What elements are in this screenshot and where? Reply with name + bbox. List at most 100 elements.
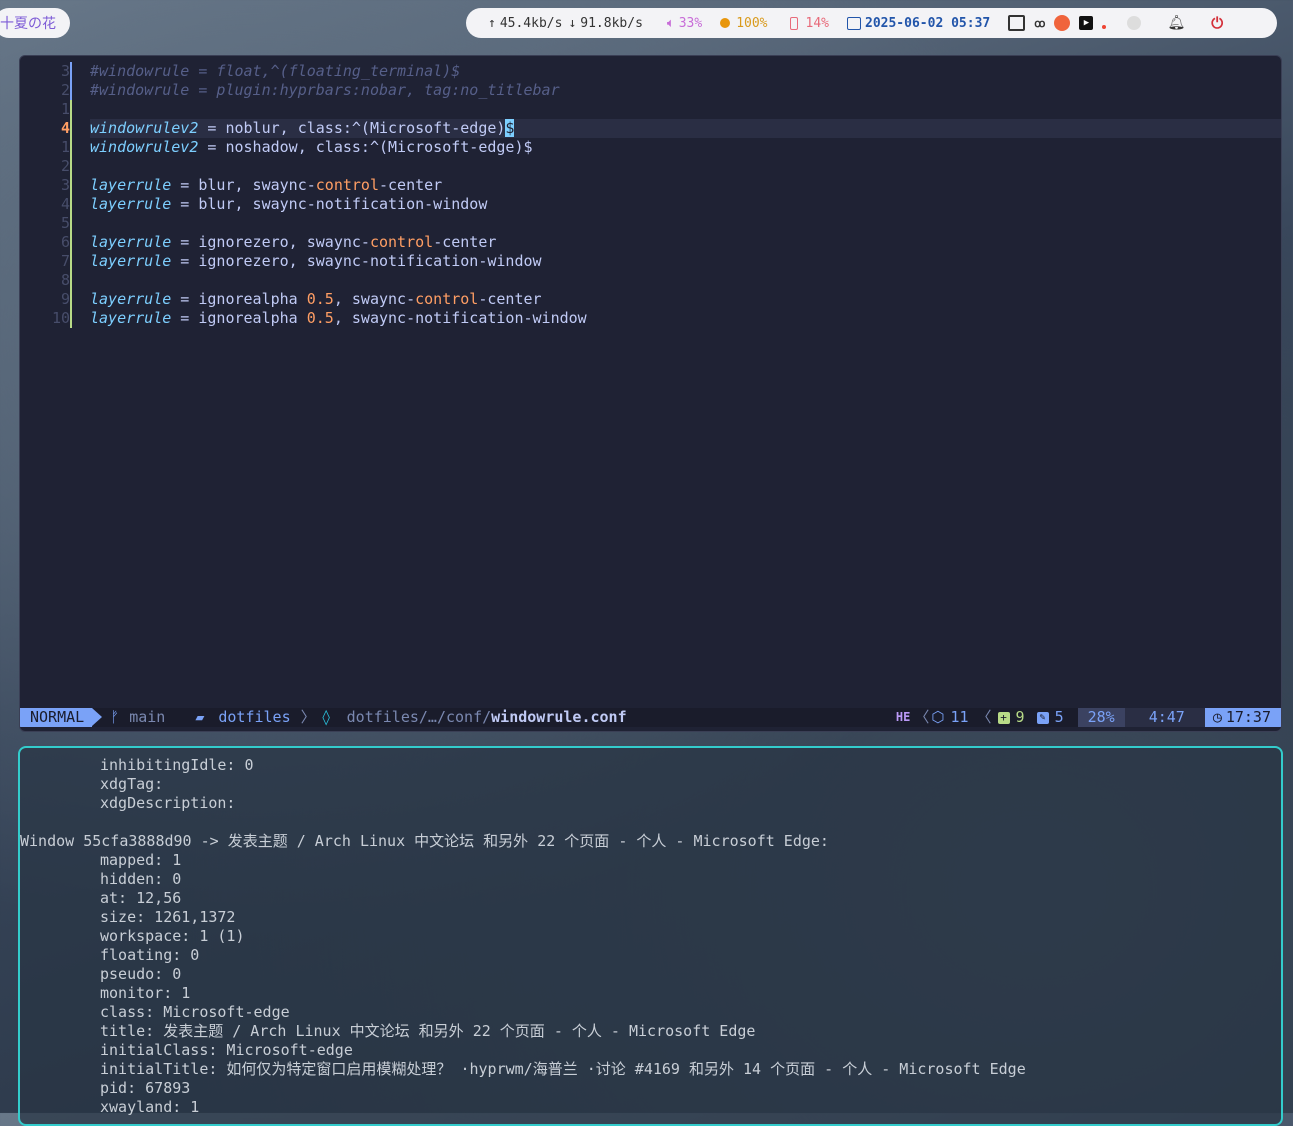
diff-added-icon: + (997, 711, 1010, 724)
datetime-value: 2025-06-02 05:37 (865, 15, 991, 31)
code-line[interactable]: #windowrule = plugin:hyprbars:nobar, tag… (90, 81, 1281, 100)
battery-value: 14% (805, 15, 829, 31)
code-line[interactable]: layerrule = blur, swaync-notification-wi… (90, 195, 1281, 214)
keyword: layerrule (90, 252, 172, 270)
statusline-right: HE 〈 ⬡ 11 〈 + 9 ✎ 5 28% 4:47 ◷ 17:37 (896, 708, 1281, 727)
code-line[interactable]: windowrulev2 = noshadow, class:^(Microso… (90, 138, 1281, 157)
code-text: = noblur, class:^(Microsoft-edge) (198, 119, 506, 137)
comment-text: #windowrule = float,^(floating_terminal)… (90, 62, 461, 80)
line-number: 4 (60, 195, 70, 213)
terminal-line: xdgTag: (100, 775, 164, 793)
terminal-line: pid: 67893 (100, 1079, 191, 1097)
link-icon[interactable]: ꝏ (1034, 17, 1045, 30)
status-bar: ↑ 45.4kb/s ↓ 91.8kb/s 🔈︎ 33% 100% 14% 20… (466, 8, 1277, 38)
cat-icon[interactable] (1054, 15, 1071, 31)
code-text: -center (433, 233, 497, 251)
battery-status: 14% (789, 15, 829, 31)
scroll-percent: 28% (1077, 708, 1125, 727)
terminal-line: pseudo: 0 (100, 965, 182, 983)
terminal-line: monitor: 1 (100, 984, 191, 1002)
code-buffer[interactable]: #windowrule = float,^(floating_terminal)… (90, 62, 1281, 328)
changed-count: 5 (1054, 708, 1064, 726)
statusline-clock: ◷ 17:37 (1204, 708, 1281, 727)
battery-dot-value: 100% (736, 15, 768, 31)
tray: ꝏ ▶ (1008, 15, 1142, 31)
statusline: NORMAL ᚠ main ▰ dotfiles 〉 ◊ dotfiles/…/… (20, 708, 1281, 727)
code-line[interactable]: layerrule = ignorezero, swaync-notificat… (90, 252, 1281, 271)
folder-icon: ▰ (195, 708, 205, 726)
code-text: = ignorezero, swaync- (171, 233, 370, 251)
line-number-gutter: 3 2 1 4 1 2 3 4 5 6 7 8 9 10 (20, 62, 70, 328)
terminal-line: mapped: 1 (100, 851, 182, 869)
code-line[interactable]: layerrule = ignorealpha 0.5, swaync-noti… (90, 309, 1281, 328)
arrow-up-icon: ↑ (488, 15, 496, 31)
editor-window[interactable]: 3 2 1 4 1 2 3 4 5 6 7 8 9 10 #windowrule = float,^(fl… (19, 55, 1282, 732)
keyword: layerrule (90, 176, 172, 194)
keyword: windowrulev2 (90, 138, 199, 156)
line-number: 2 (60, 81, 70, 99)
keyword: layerrule (90, 309, 172, 327)
line-number: 1 (60, 138, 70, 156)
filename: windowrule.conf (491, 708, 627, 726)
power-icon[interactable]: ⏻ (1211, 14, 1223, 32)
drop-icon: ◊ (321, 708, 331, 726)
code-line[interactable]: windowrulev2 = noblur, class:^(Microsoft… (90, 119, 1281, 138)
line-number: 8 (60, 271, 70, 289)
red-dot-icon[interactable] (1102, 25, 1107, 29)
bell-icon[interactable]: 🔔︎ (1167, 15, 1185, 31)
code-text: = noshadow, class:^(Microsoft-edge)$ (198, 138, 533, 156)
highlight-word: control (415, 290, 479, 308)
volume-status[interactable]: 🔈︎ 33% (667, 16, 702, 31)
added-count: 9 (1015, 708, 1025, 726)
line-number: 7 (60, 252, 70, 270)
terminal-window[interactable]: inhibitingIdle: 0 xdgTag: xdgDescription: W… (18, 746, 1283, 1126)
line-number: 6 (60, 233, 70, 251)
circle-icon[interactable] (1127, 16, 1142, 30)
chevron-right-icon: 〉 (300, 708, 316, 726)
terminal-line: title: 发表主题 / Arch Linux 中文论坛 和另外 22 个页面… (100, 1022, 756, 1040)
cursor-location: 4:47 (1124, 708, 1205, 727)
path-prefix: dotfiles/…/conf/ (346, 708, 492, 726)
keyword: layerrule (90, 195, 172, 213)
code-line[interactable] (90, 214, 1281, 233)
speaker-icon: 🔈︎ (666, 15, 675, 31)
terminal-line: initialTitle: 如何仅为特定窗口启用模糊处理？ ·hyprwm/海普… (100, 1060, 1026, 1078)
terminal-line: initialClass: Microsoft-edge (100, 1041, 353, 1059)
workspace-pill[interactable]: 十夏の花 (0, 8, 70, 38)
terminal-line: xwayland: 1 (100, 1098, 200, 1116)
highlight-word: control (315, 176, 379, 194)
number-literal: 0.5 (306, 309, 334, 327)
play-icon[interactable]: ▶ (1079, 16, 1094, 30)
orange-dot-icon (720, 18, 731, 28)
code-line[interactable]: layerrule = ignorealpha 0.5, swaync-cont… (90, 290, 1281, 309)
code-text: , swaync- (333, 290, 416, 308)
comment-text: #windowrule = plugin:hyprbars:nobar, tag… (90, 81, 560, 99)
line-number: 10 (51, 309, 70, 327)
code-line[interactable] (90, 271, 1281, 290)
net-up: 45.4kb/s (499, 15, 563, 31)
clock-icon: ◷ (1212, 708, 1222, 726)
terminal-line: class: Microsoft-edge (100, 1003, 290, 1021)
terminal-line: inhibitingIdle: 0 (100, 756, 254, 774)
line-number: 2 (60, 157, 70, 175)
terminal-line: Window 55cfa3888d90 -> 发表主题 / Arch Linux… (20, 832, 829, 850)
clock-status[interactable]: 2025-06-02 05:37 (847, 16, 990, 31)
code-text: , swaync-notification-window (333, 309, 587, 327)
highlight-word: control (369, 233, 434, 251)
branch-icon: ᚠ (110, 708, 120, 726)
window-icon[interactable] (1008, 15, 1026, 31)
terminal-line: floating: 0 (100, 946, 200, 964)
cube-icon: ⬡ (931, 708, 945, 726)
line-number: 5 (60, 214, 70, 232)
code-line[interactable] (90, 157, 1281, 176)
workspace-label: 十夏の花 (0, 16, 56, 32)
battery-dot-status: 100% (720, 15, 768, 31)
network-status: ↑ 45.4kb/s ↓ 91.8kb/s (488, 16, 643, 31)
code-line[interactable]: layerrule = blur, swaync-control-center (90, 176, 1281, 195)
arrow-down-icon: ↓ (568, 15, 577, 31)
code-line[interactable] (90, 100, 1281, 119)
code-line[interactable]: layerrule = ignorezero, swaync-control-c… (90, 233, 1281, 252)
git-branch: ᚠ main (110, 708, 165, 727)
code-line[interactable]: #windowrule = float,^(floating_terminal)… (90, 62, 1281, 81)
